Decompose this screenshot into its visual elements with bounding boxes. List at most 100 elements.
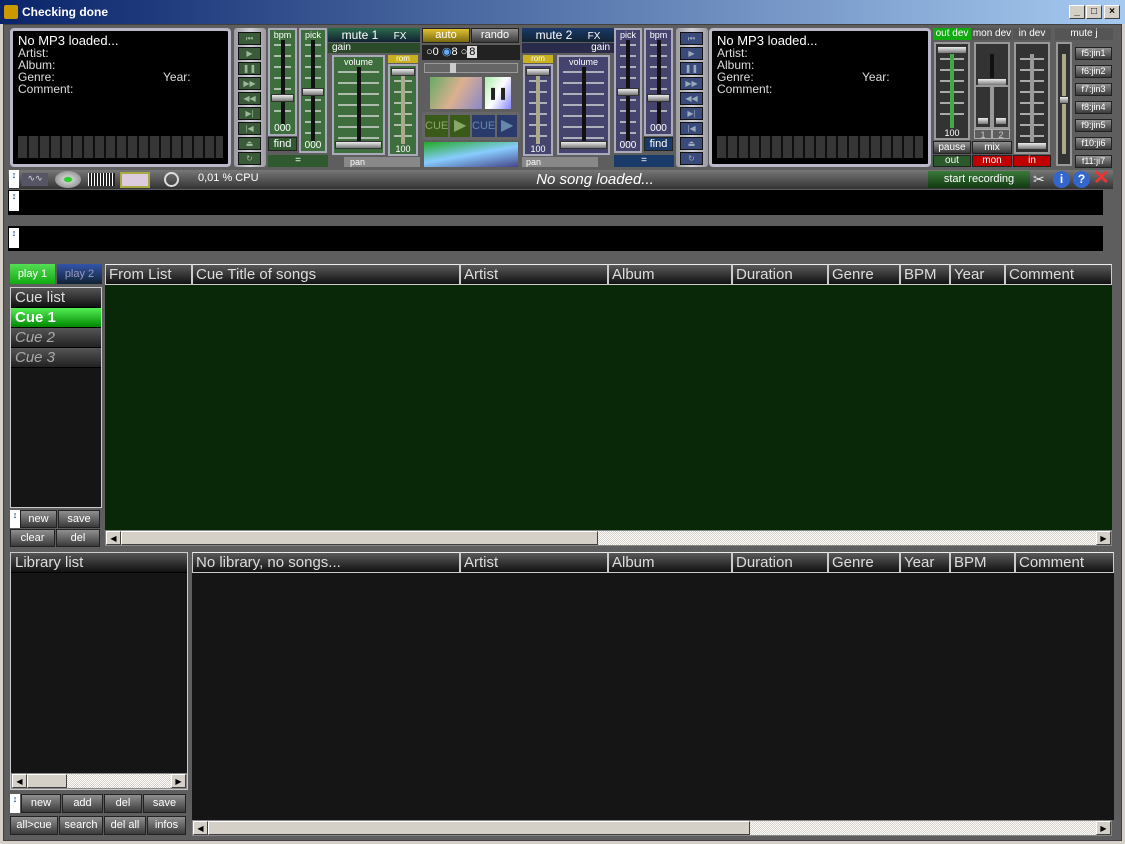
deck2-next-frame-button[interactable]: ▶|: [680, 107, 703, 120]
jingle-button[interactable]: f9:jin5: [1075, 119, 1112, 132]
deck1-eject-button[interactable]: ⏏: [238, 137, 261, 150]
deck1-forward-button[interactable]: ▶▶: [238, 77, 261, 90]
resize-arrows-icon[interactable]: ↕: [10, 510, 20, 528]
deck1-prev-button[interactable]: ⏮: [238, 32, 261, 45]
library-column-header[interactable]: No library, no songs...: [192, 552, 460, 573]
deck1-pitch-slider[interactable]: pick 000: [299, 28, 327, 153]
deck2-cue-button[interactable]: CUE: [472, 115, 496, 137]
pause-all-button[interactable]: ❚❚: [485, 77, 511, 109]
auto-mode-radio-group[interactable]: ○0 ◉8 ○ 8: [422, 45, 520, 60]
deck2-bpm-slider[interactable]: bpm 000: [644, 28, 673, 136]
deck2-pan-slider[interactable]: pan: [522, 157, 598, 167]
deck2-eq-button[interactable]: =: [614, 155, 674, 167]
deck2-prev-frame-button[interactable]: |◀: [680, 122, 703, 135]
cue-save-button[interactable]: save: [58, 510, 100, 528]
pause-button[interactable]: pause: [933, 141, 971, 154]
resize-arrows-icon[interactable]: ↕: [10, 794, 20, 813]
deck1-pan-slider[interactable]: pan: [344, 157, 420, 167]
mon-button[interactable]: mon: [972, 155, 1012, 167]
deck2-play-button[interactable]: ▶: [680, 47, 703, 60]
exit-icon[interactable]: ✕: [1093, 168, 1111, 188]
deck2-rewind-button[interactable]: ◀◀: [680, 92, 703, 105]
in-dev-button[interactable]: in dev: [1013, 28, 1051, 40]
out-volume-slider[interactable]: 100: [934, 42, 970, 140]
all-to-cue-button[interactable]: all>cue: [10, 816, 58, 835]
cue-list-item[interactable]: Cue 2: [11, 328, 101, 348]
in-volume-slider[interactable]: [1014, 42, 1050, 154]
resize-arrows-icon[interactable]: ↕: [9, 170, 19, 188]
mon-ch1-button[interactable]: 1: [974, 129, 992, 140]
library-del-button[interactable]: del: [104, 794, 142, 813]
jingle-button[interactable]: f8:jin4: [1075, 101, 1112, 114]
deck2-find-button[interactable]: find: [644, 137, 673, 151]
library-column-header[interactable]: Duration: [732, 552, 828, 573]
info-icon[interactable]: i: [1053, 171, 1070, 188]
library-del-all-button[interactable]: del all: [104, 816, 146, 835]
deck1-eq-button[interactable]: =: [268, 155, 328, 167]
library-table-hscrollbar[interactable]: ◀ ▶: [192, 820, 1112, 836]
deck1-rewind-button[interactable]: ◀◀: [238, 92, 261, 105]
mon-ch1-slider[interactable]: [974, 85, 992, 129]
library-column-header[interactable]: Year: [900, 552, 950, 573]
cue-column-header[interactable]: Album: [608, 264, 732, 285]
rando-button[interactable]: rando: [471, 28, 519, 43]
deck2-volume-slider[interactable]: volume: [557, 55, 610, 155]
library-column-header[interactable]: Genre: [828, 552, 900, 573]
deck2-pitch-slider[interactable]: pick 000: [614, 28, 642, 153]
close-button[interactable]: ×: [1104, 5, 1120, 19]
cue-column-header[interactable]: Duration: [732, 264, 828, 285]
auto-button[interactable]: auto: [422, 28, 470, 43]
cd-icon[interactable]: [55, 171, 81, 188]
settings-tools-icon[interactable]: ✂: [1033, 171, 1051, 188]
cue-new-button[interactable]: new: [20, 510, 57, 528]
mute-jingles-button[interactable]: mute j: [1055, 28, 1113, 40]
in-button[interactable]: in: [1013, 155, 1051, 167]
out-button[interactable]: out: [933, 155, 971, 167]
deck2-prev-button[interactable]: ⏮: [680, 32, 703, 45]
deck1-prev-frame-button[interactable]: |◀: [238, 122, 261, 135]
waveform-icon[interactable]: ∿∿: [22, 173, 48, 186]
cue-column-header[interactable]: BPM: [900, 264, 950, 285]
library-search-button[interactable]: search: [59, 816, 103, 835]
cue-mix-slider[interactable]: [424, 142, 518, 167]
resize-arrows-icon[interactable]: ↕: [9, 191, 19, 211]
jingle-button[interactable]: f5:jin1: [1075, 47, 1112, 60]
library-column-header[interactable]: Album: [608, 552, 732, 573]
library-list-hscrollbar[interactable]: ◀ ▶: [11, 773, 187, 789]
tab-play2[interactable]: play 2: [57, 264, 102, 284]
cue-list-item[interactable]: Cue 1: [11, 308, 101, 328]
maximize-button[interactable]: □: [1086, 5, 1102, 19]
library-column-header[interactable]: Comment: [1015, 552, 1114, 573]
deck2-fx-button[interactable]: FX: [588, 31, 601, 42]
cue-table-hscrollbar[interactable]: ◀ ▶: [105, 530, 1112, 546]
deck1-bpm-slider[interactable]: bpm 000: [268, 28, 297, 136]
deck1-mute-button[interactable]: mute 1 FX: [328, 28, 420, 42]
deck2-mute-button[interactable]: mute 2 FX: [522, 28, 614, 42]
cue-clear-button[interactable]: clear: [10, 529, 55, 547]
deck2-forward-button[interactable]: ▶▶: [680, 77, 703, 90]
clock-icon[interactable]: [164, 172, 179, 187]
jingle-button[interactable]: f6:jin2: [1075, 65, 1112, 78]
auto-interval-value[interactable]: 8: [467, 46, 478, 58]
cue-column-header[interactable]: Artist: [460, 264, 608, 285]
start-recording-button[interactable]: start recording: [928, 171, 1030, 188]
mixer-icon[interactable]: [88, 173, 115, 186]
deck2-eject-button[interactable]: ⏏: [680, 137, 703, 150]
mon-ch2-button[interactable]: 2: [992, 129, 1010, 140]
deck1-find-button[interactable]: find: [268, 137, 297, 151]
deck1-cue-play-button[interactable]: ▶: [450, 115, 470, 137]
library-column-header[interactable]: BPM: [950, 552, 1015, 573]
cue-column-header[interactable]: Year: [950, 264, 1005, 285]
library-column-header[interactable]: Artist: [460, 552, 608, 573]
resize-arrows-icon[interactable]: ↕: [9, 228, 19, 248]
mix-button[interactable]: mix: [972, 141, 1012, 154]
cue-column-header[interactable]: Comment: [1005, 264, 1112, 285]
mon-volume-slider[interactable]: [974, 42, 1010, 90]
mon-dev-button[interactable]: mon dev: [972, 28, 1012, 40]
deck1-cue-button[interactable]: CUE: [425, 115, 449, 137]
mon-ch2-slider[interactable]: [992, 85, 1010, 129]
out-dev-button[interactable]: out dev: [933, 28, 971, 40]
deck1-fx-button[interactable]: FX: [394, 31, 407, 42]
deck1-gain-slider[interactable]: gain: [328, 43, 420, 53]
deck2-cue-play-button[interactable]: ▶: [497, 115, 517, 137]
